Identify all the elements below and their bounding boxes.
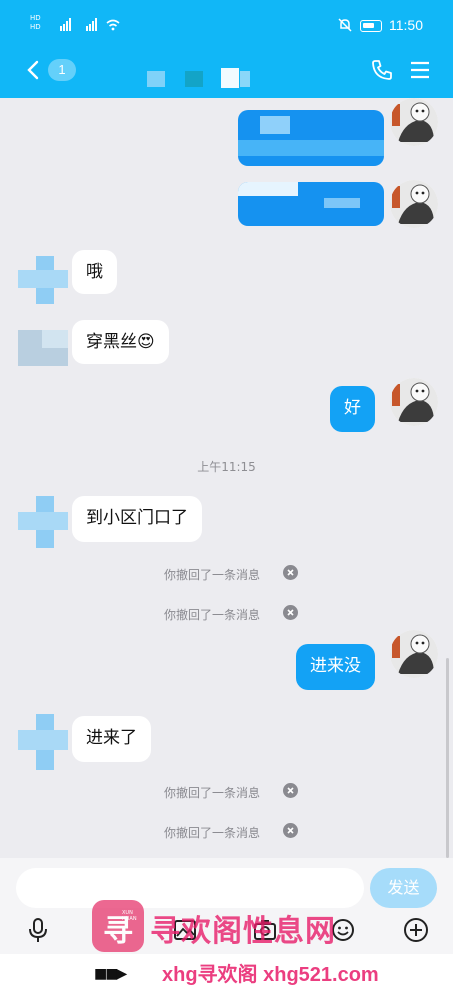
status-bar: HD HD 11:50 bbox=[0, 0, 453, 50]
contact-name-pixel bbox=[221, 68, 239, 88]
message-timestamp: 上午11:15 bbox=[197, 460, 256, 474]
message-bubble-redacted[interactable] bbox=[238, 110, 384, 166]
recall-text: 你撤回了一条消息 bbox=[164, 826, 261, 840]
phone-call-icon[interactable] bbox=[370, 58, 394, 82]
watermark-logo: 寻 XUN HUAN bbox=[92, 900, 144, 952]
unread-count-badge[interactable]: 1 bbox=[48, 59, 76, 81]
chat-history[interactable]: 哦 穿黑丝😍 好 上午11:15 到小区门口了 你撤回了一条消息 你撤回了一条消… bbox=[0, 98, 453, 860]
my-avatar[interactable] bbox=[390, 378, 438, 426]
plus-icon[interactable] bbox=[403, 917, 429, 943]
send-button[interactable]: 发送 bbox=[370, 868, 437, 908]
signal-icon bbox=[60, 18, 71, 31]
recalled-message-notice: 你撤回了一条消息 bbox=[0, 822, 453, 842]
avatar-image bbox=[390, 378, 438, 426]
contact-name-pixel bbox=[240, 71, 250, 87]
contact-avatar[interactable] bbox=[18, 256, 68, 304]
my-avatar[interactable] bbox=[390, 180, 438, 228]
recall-text: 你撤回了一条消息 bbox=[164, 608, 261, 622]
avatar-image bbox=[390, 180, 438, 228]
contact-avatar[interactable] bbox=[18, 714, 68, 770]
recall-text: 你撤回了一条消息 bbox=[164, 786, 261, 800]
message-bubble-incoming[interactable]: 进来了 bbox=[72, 716, 151, 762]
recall-text: 你撤回了一条消息 bbox=[164, 568, 261, 582]
message-input[interactable] bbox=[16, 868, 364, 908]
watermark-title: 寻欢阁性息网 bbox=[150, 914, 336, 949]
battery-icon bbox=[360, 20, 382, 32]
microphone-icon[interactable] bbox=[25, 917, 51, 943]
top-bar: HD HD 11:50 1 bbox=[0, 0, 453, 98]
watermark-logo-small: XUN HUAN bbox=[122, 910, 137, 922]
close-icon[interactable] bbox=[283, 605, 298, 620]
contact-avatar[interactable] bbox=[18, 324, 68, 372]
menu-icon[interactable] bbox=[408, 58, 432, 82]
watermark-arrows: ■■▶ bbox=[94, 966, 127, 982]
recalled-message-notice: 你撤回了一条消息 bbox=[0, 564, 453, 584]
wifi-icon bbox=[106, 19, 120, 31]
avatar-image bbox=[390, 98, 438, 146]
contact-name-pixel bbox=[147, 71, 165, 87]
watermark-url: xhg寻欢阁 xhg521.com bbox=[162, 964, 379, 986]
close-icon[interactable] bbox=[283, 783, 298, 798]
recalled-message-notice: 你撤回了一条消息 bbox=[0, 604, 453, 624]
contact-name-pixel bbox=[185, 71, 203, 87]
recalled-message-notice: 你撤回了一条消息 bbox=[0, 782, 453, 802]
message-bubble-incoming[interactable]: 到小区门口了 bbox=[72, 496, 202, 542]
message-bubble-incoming[interactable]: 哦 bbox=[72, 250, 117, 294]
message-bubble-outgoing[interactable]: 好 bbox=[330, 386, 375, 432]
contact-avatar[interactable] bbox=[18, 496, 68, 548]
my-avatar[interactable] bbox=[390, 98, 438, 146]
message-bubble-outgoing[interactable]: 进来没 bbox=[296, 644, 375, 690]
message-bubble-incoming[interactable]: 穿黑丝😍 bbox=[72, 320, 169, 364]
network-indicator: HD HD bbox=[30, 14, 41, 32]
my-avatar[interactable] bbox=[390, 630, 438, 678]
network-label-1: HD bbox=[30, 14, 41, 22]
mute-bell-icon bbox=[338, 18, 352, 32]
message-bubble-redacted[interactable] bbox=[238, 182, 384, 226]
avatar-image bbox=[390, 630, 438, 678]
network-label-2: HD bbox=[30, 23, 41, 31]
clock: 11:50 bbox=[389, 17, 423, 33]
scrollbar[interactable] bbox=[446, 658, 449, 858]
close-icon[interactable] bbox=[283, 823, 298, 838]
signal-icon-2 bbox=[86, 18, 97, 31]
back-arrow-icon[interactable] bbox=[22, 58, 46, 82]
chat-header: 1 bbox=[0, 50, 453, 98]
close-icon[interactable] bbox=[283, 565, 298, 580]
